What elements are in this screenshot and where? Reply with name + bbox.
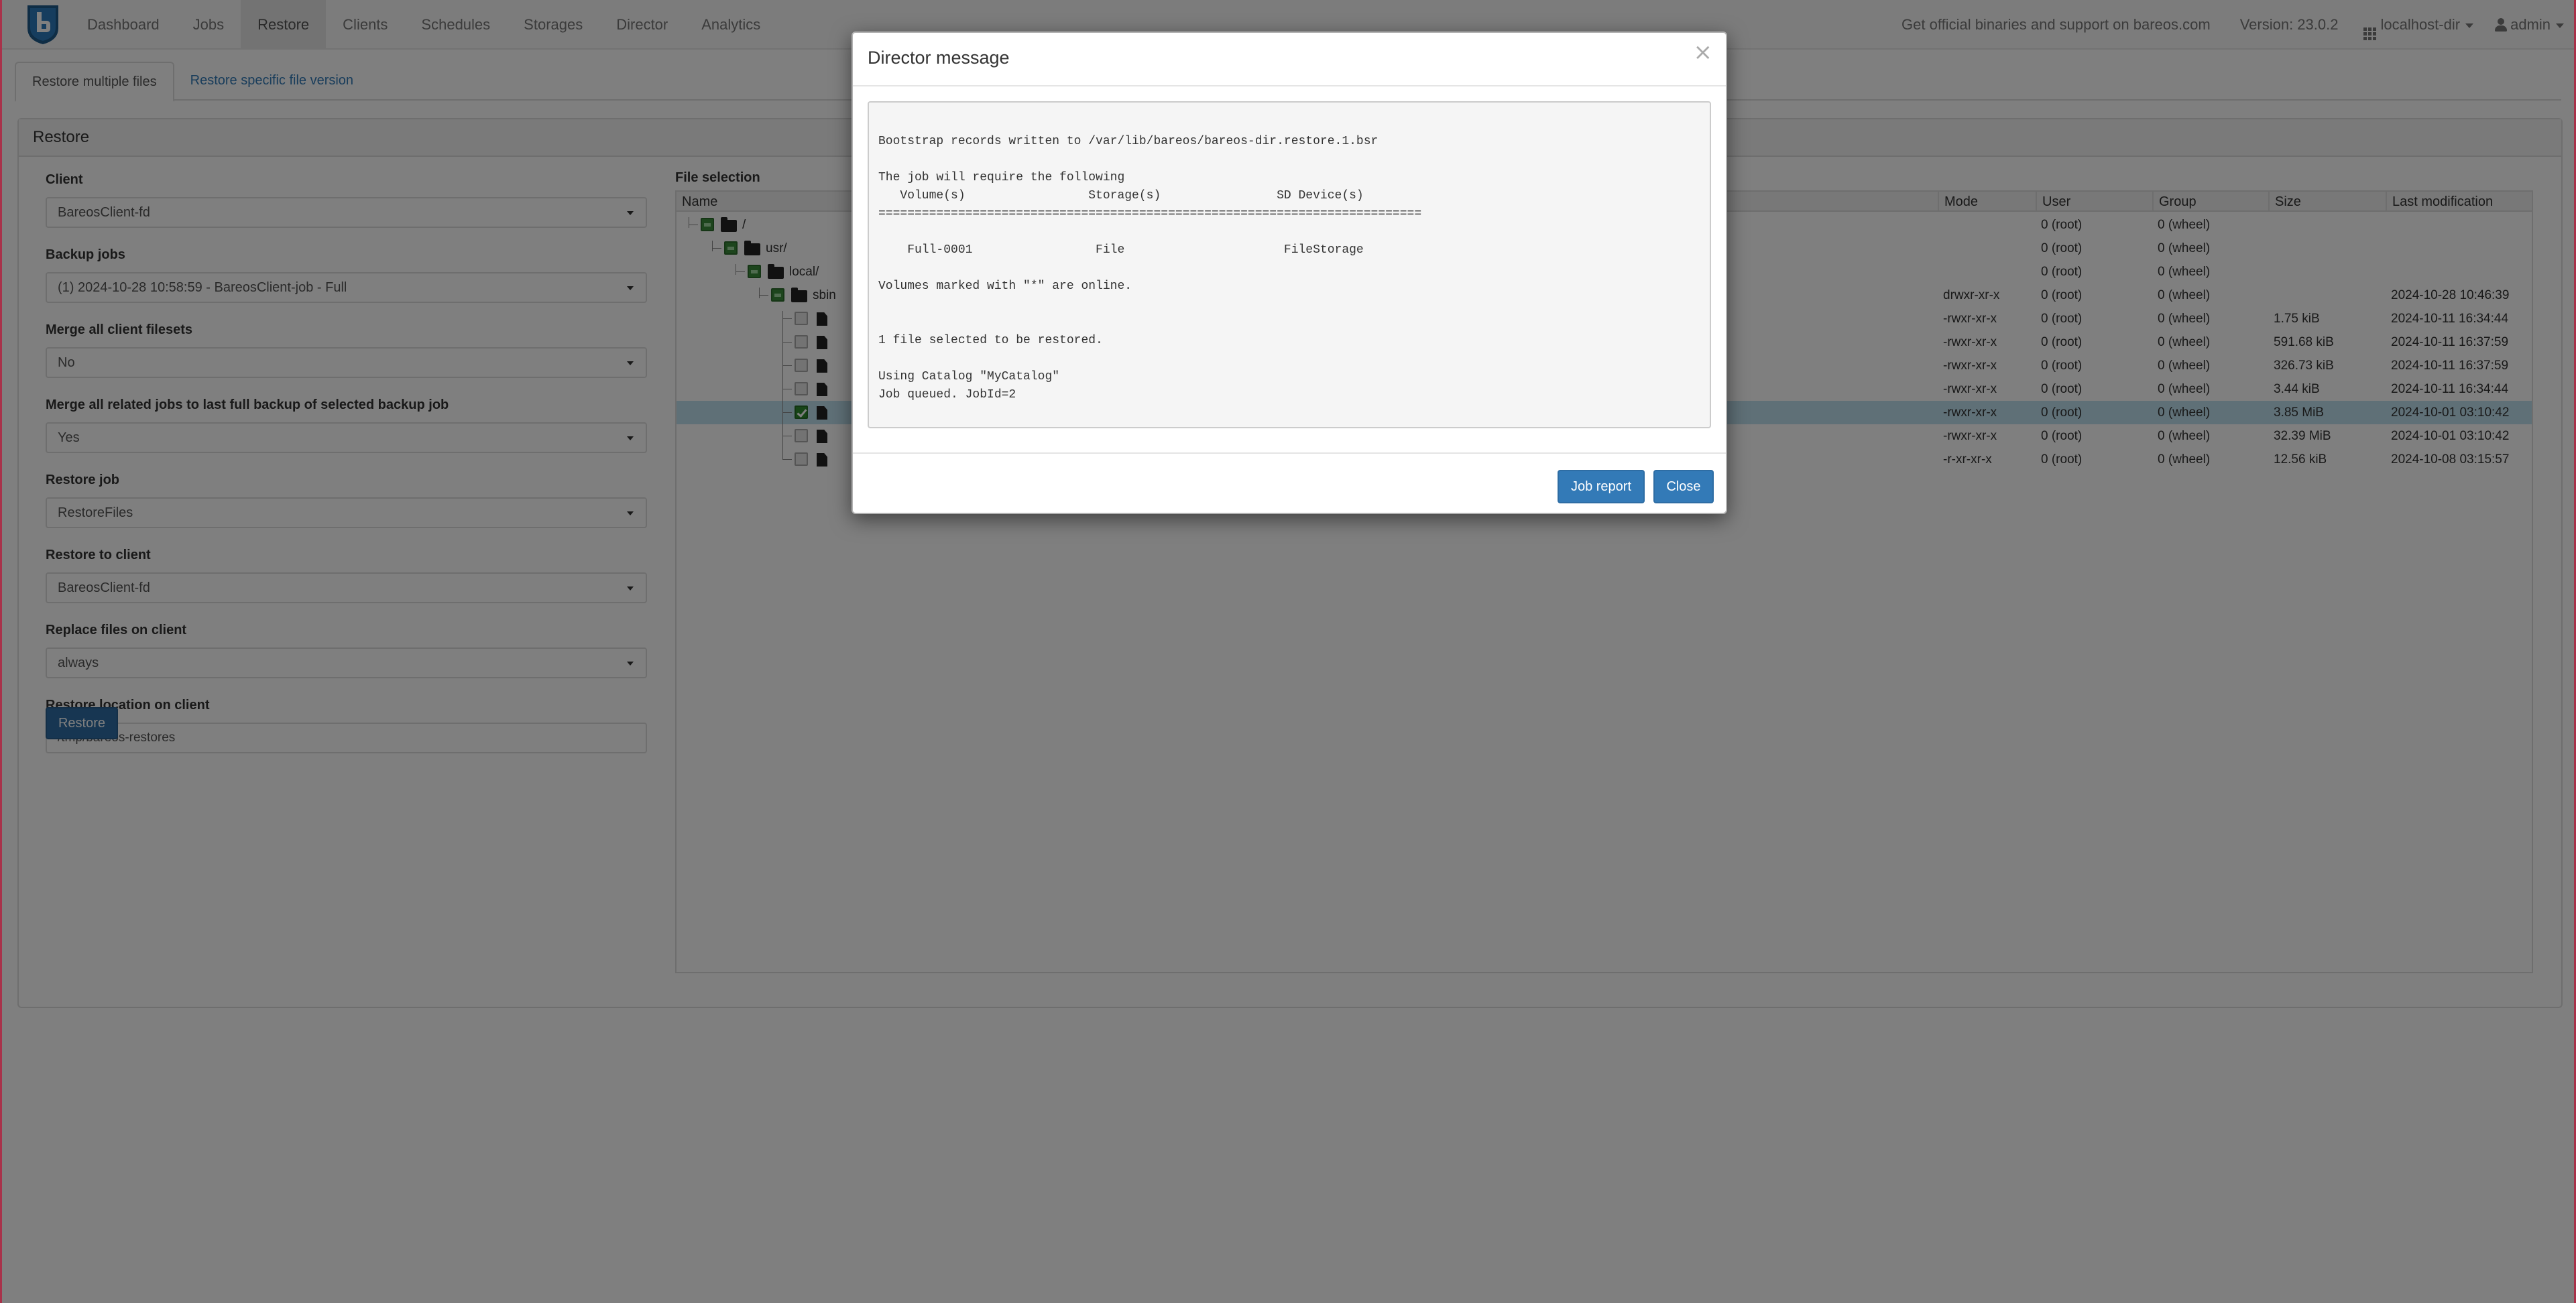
job-report-button[interactable]: Job report [1558, 470, 1645, 503]
close-icon[interactable]: × [1694, 41, 1713, 64]
director-message-text: Bootstrap records written to /var/lib/ba… [868, 101, 1711, 428]
modal-header: Director message × [853, 33, 1726, 86]
modal-footer: Job report Close [853, 452, 1726, 514]
director-message-modal: Director message × Bootstrap records wri… [852, 32, 1727, 514]
modal-title: Director message [868, 48, 1010, 68]
close-button[interactable]: Close [1653, 470, 1714, 503]
window-edge-left [0, 0, 2, 1303]
